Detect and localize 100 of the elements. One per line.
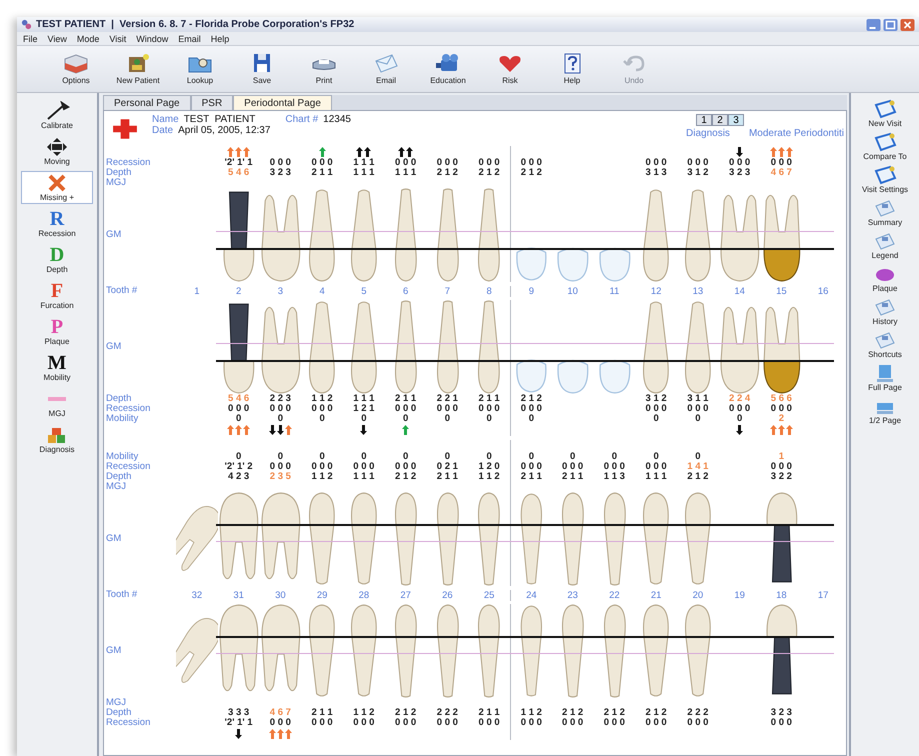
row-label: MGJ [106, 178, 128, 188]
probe-value: 0 [276, 414, 284, 424]
sidebar-button[interactable]: Compare To [853, 132, 917, 161]
tab[interactable]: Periodontal Page [233, 95, 332, 110]
field-label: Chart # [285, 114, 318, 125]
toolbar-button[interactable]: Help [543, 49, 601, 89]
tool-button[interactable]: Missing + [21, 171, 93, 204]
notepad-icon [875, 200, 895, 217]
probe-value: 2 [778, 414, 786, 424]
tool-button[interactable]: D Depth [21, 243, 93, 276]
tab[interactable]: Personal Page [103, 95, 191, 110]
probe-value: 3 1 2 [644, 394, 668, 404]
tool-button[interactable]: F Furcation [21, 279, 93, 312]
minimize-button[interactable] [866, 18, 881, 30]
sidebar-button[interactable]: History [853, 297, 917, 326]
row-label: MGJ [106, 482, 128, 492]
probe-value: 2 3 5 [268, 472, 292, 482]
row-label: Tooth # [106, 286, 138, 296]
probe-value: 0 0 0 [602, 462, 626, 472]
probe-value: 0 [402, 452, 410, 462]
probe-value: 4 2 3 [227, 472, 250, 482]
tooth-number: 11 [608, 286, 620, 296]
chart-number: 12345 [323, 114, 351, 125]
probe-value: 0 0 0 [394, 404, 418, 414]
envelope-icon [375, 54, 398, 73]
tooth-number: 4 [318, 286, 326, 296]
missing-crown-outline [557, 248, 588, 282]
tool-button[interactable]: R Recession [21, 207, 93, 240]
tool-button[interactable]: M Mobility [21, 351, 93, 384]
sidebar-button[interactable]: Legend [853, 231, 917, 260]
probe-value: 1 1 2 [352, 708, 376, 718]
visit-date: April 05, 2005, 12:37 [178, 125, 270, 136]
probe-value: 0 [652, 414, 660, 424]
probe-value: 0 [610, 452, 618, 462]
probe-value: 5 4 6 [227, 168, 250, 178]
probe-value: 1 1 3 [602, 472, 626, 482]
row-label: Depth [106, 168, 132, 178]
toolbar-button[interactable]: Education [419, 49, 477, 89]
sidebar-button[interactable]: New Visit [853, 99, 917, 128]
page-button[interactable]: 2 [712, 114, 728, 126]
maximize-button[interactable] [883, 18, 898, 30]
probe-value: 2 1 2 [510, 168, 552, 178]
sidebar-button[interactable]: 1/2 Page [853, 396, 917, 425]
probe-value: 2 1 2 [394, 472, 418, 482]
toolbar-button[interactable]: Email [357, 49, 415, 89]
sidebar-button[interactable]: Plaque [853, 264, 917, 293]
probe-value: 0 0 0 [478, 158, 501, 168]
toolbar-button[interactable]: Lookup [171, 49, 229, 89]
blocks-icon [48, 428, 65, 443]
probe-value: 2 1 2 [478, 168, 501, 178]
tab[interactable]: PSR [190, 95, 234, 110]
missing-crown-outline [598, 248, 630, 282]
probe-value: 0 0 0 [686, 404, 710, 414]
page-button[interactable]: 1 [696, 114, 712, 126]
sidebar-button[interactable]: Summary [853, 198, 917, 227]
probe-value: 2 1 1 [478, 708, 501, 718]
tool-button[interactable]: P Plaque [21, 315, 93, 348]
menu-item[interactable]: Visit [109, 34, 126, 44]
tooth-number: 13 [692, 286, 704, 296]
close-button[interactable] [900, 18, 915, 30]
menu-item[interactable]: View [48, 34, 67, 44]
field-label: Name [152, 114, 179, 125]
tooth-number: 15 [775, 286, 788, 296]
probe-value: 0 [510, 452, 552, 462]
missing-crown-outline [516, 248, 546, 280]
tooth-number: 32 [190, 590, 204, 600]
probe-value: 2 1 2 [686, 472, 710, 482]
menu-item[interactable]: Window [136, 34, 168, 44]
sidebar-button[interactable]: Full Page [853, 363, 917, 392]
tool-button[interactable]: Moving [21, 135, 93, 168]
letter-icon: P [50, 317, 64, 337]
tooth-number: 18 [775, 590, 788, 600]
tooth-number: 29 [316, 590, 328, 600]
probe-value: 0 [318, 452, 326, 462]
toolbar-button[interactable]: New Patient [109, 49, 167, 89]
toolbar-button[interactable]: Save [233, 49, 291, 89]
probe-value: 1 1 2 [478, 472, 501, 482]
tool-button[interactable]: Diagnosis [21, 423, 93, 456]
tool-button[interactable]: MGJ [21, 387, 93, 420]
probe-value: 0 0 0 [644, 404, 668, 414]
toolbar-button[interactable]: Risk [481, 49, 539, 89]
probe-value: 0 0 0 [728, 158, 752, 168]
probe-value: 0 0 0 [510, 404, 552, 414]
menu-item[interactable]: Mode [76, 34, 100, 44]
probe-value: 2 1 1 [478, 394, 501, 404]
probe-value: 0 [694, 452, 702, 462]
sidebar-button[interactable]: Visit Settings [853, 165, 917, 194]
tool-button[interactable]: Calibrate [21, 99, 93, 132]
menu-item[interactable]: Help [210, 34, 230, 44]
row-label: GM [106, 534, 122, 544]
probe-value: 1 1 2 [310, 472, 334, 482]
menu-item[interactable]: File [23, 34, 38, 44]
page-button[interactable]: 3 [728, 114, 744, 126]
toolbar-button[interactable]: Print [295, 49, 353, 89]
probe-value: 1 1 2 [310, 394, 334, 404]
tooth-number: 10 [566, 286, 579, 296]
sidebar-button[interactable]: Shortcuts [853, 330, 917, 359]
toolbar-button[interactable]: Options [47, 49, 105, 89]
window-title: TEST PATIENT | Version 6. 8. 7 - Florida Probe Corporation's FP32 [36, 19, 354, 30]
menu-item[interactable]: Email [178, 34, 201, 44]
